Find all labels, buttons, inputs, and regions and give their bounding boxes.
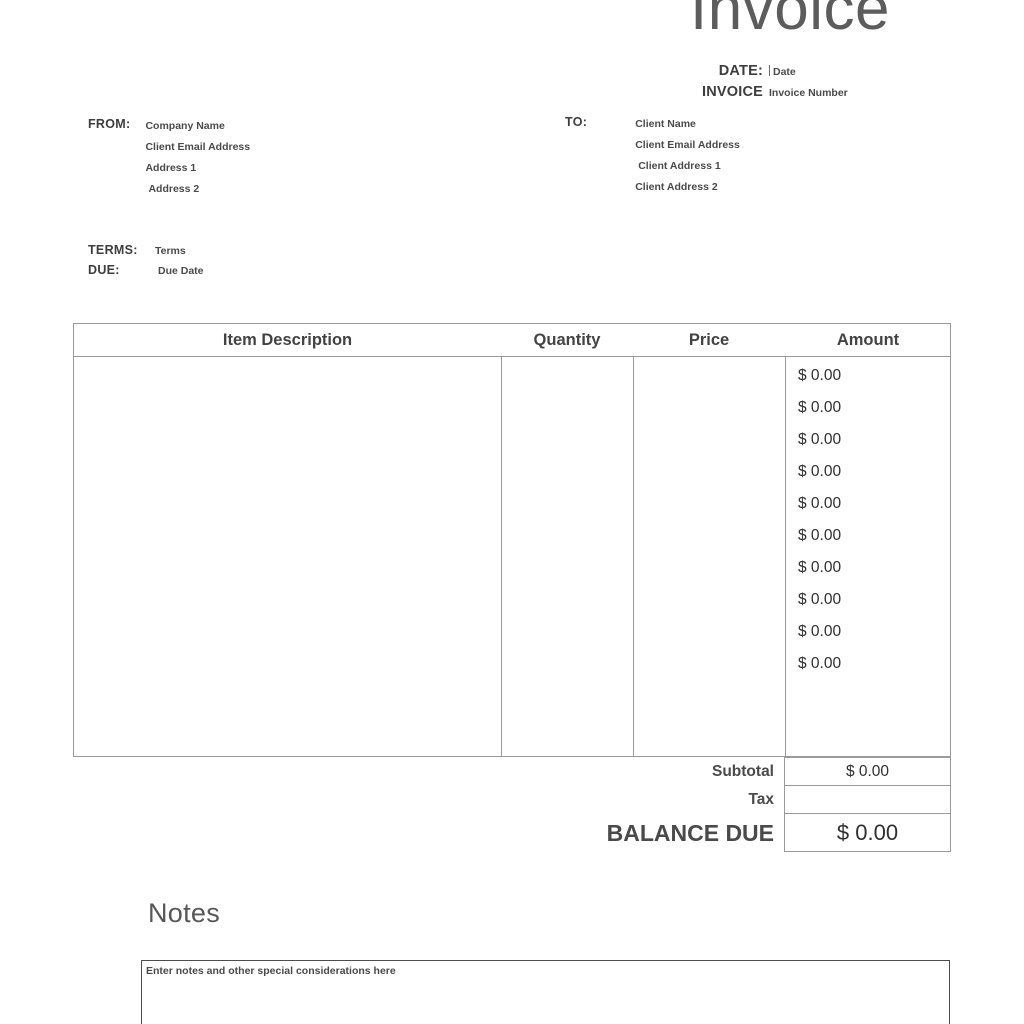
amount-column-cells: $ 0.00 $ 0.00 $ 0.00 $ 0.00 $ 0.00 $ 0.0…	[786, 357, 951, 681]
column-divider-price	[633, 357, 634, 756]
due-row: DUE: Due Date	[88, 263, 204, 283]
tax-label: Tax	[748, 791, 774, 808]
to-label: TO:	[565, 115, 588, 129]
invoice-meta: DATE: Date INVOICE Invoice Number	[620, 63, 950, 105]
terms-label: TERMS:	[88, 243, 138, 257]
balance-due-label: BALANCE DUE	[606, 819, 774, 846]
from-line-address-2[interactable]: Address 2	[145, 179, 250, 200]
invoice-page: Invoice DATE: Date INVOICE Invoice Numbe…	[0, 0, 1024, 1024]
to-line-address-2[interactable]: Client Address 2	[635, 177, 740, 198]
tax-value[interactable]	[784, 786, 951, 814]
table-row-amount[interactable]: $ 0.00	[786, 425, 951, 457]
table-header-row: Item Description Quantity Price Amount	[74, 324, 950, 357]
column-header-amount: Amount	[836, 331, 900, 349]
table-row-amount[interactable]: $ 0.00	[786, 393, 951, 425]
invoice-number-value[interactable]: Invoice Number	[769, 87, 848, 99]
notes-input[interactable]: Enter notes and other special considerat…	[141, 960, 950, 1024]
from-line-email[interactable]: Client Email Address	[145, 137, 250, 158]
date-value-wrapper[interactable]: Date	[769, 65, 796, 78]
column-header-price: Price	[688, 331, 730, 349]
subtotal-label: Subtotal	[712, 762, 774, 780]
invoice-number-label: INVOICE	[701, 84, 763, 100]
page-title: Invoice	[690, 0, 890, 43]
balance-due-value[interactable]: $ 0.00	[784, 814, 951, 852]
line-items-table: Item Description Quantity Price Amount $…	[73, 323, 951, 757]
from-lines: Company Name Client Email Address Addres…	[145, 116, 250, 200]
table-row-amount[interactable]: $ 0.00	[786, 489, 951, 521]
tax-row: Tax	[600, 786, 951, 814]
to-line-email[interactable]: Client Email Address	[635, 135, 740, 156]
terms-row: TERMS: Terms	[88, 243, 204, 263]
table-row-amount[interactable]: $ 0.00	[786, 521, 951, 553]
table-row-amount[interactable]: $ 0.00	[786, 457, 951, 489]
table-row-amount[interactable]: $ 0.00	[786, 361, 951, 393]
terms-value[interactable]: Terms	[155, 245, 186, 257]
table-row-amount[interactable]: $ 0.00	[786, 649, 951, 681]
table-row-amount[interactable]: $ 0.00	[786, 553, 951, 585]
text-cursor-icon	[769, 65, 770, 76]
notes-heading: Notes	[148, 898, 221, 928]
from-block: FROM: Company Name Client Email Address …	[88, 116, 250, 200]
notes-placeholder-text: Enter notes and other special considerat…	[146, 965, 396, 977]
from-line-address-1[interactable]: Address 1	[145, 158, 250, 179]
subtotal-value[interactable]: $ 0.00	[784, 757, 951, 786]
date-value: Date	[773, 66, 796, 78]
table-row-amount[interactable]: $ 0.00	[786, 617, 951, 649]
column-divider-quantity	[501, 357, 502, 756]
column-header-quantity: Quantity	[533, 331, 601, 349]
to-line-address-1[interactable]: Client Address 1	[635, 156, 740, 177]
to-line-client-name[interactable]: Client Name	[635, 114, 740, 135]
from-line-company[interactable]: Company Name	[145, 116, 250, 137]
date-label: DATE:	[718, 63, 763, 79]
terms-block: TERMS: Terms DUE: Due Date	[88, 243, 204, 283]
to-lines: Client Name Client Email Address Client …	[635, 114, 740, 198]
table-body: $ 0.00 $ 0.00 $ 0.00 $ 0.00 $ 0.00 $ 0.0…	[74, 357, 950, 756]
due-value[interactable]: Due Date	[158, 265, 204, 277]
balance-due-row: BALANCE DUE $ 0.00	[600, 814, 951, 852]
subtotal-row: Subtotal $ 0.00	[600, 757, 951, 786]
table-row-amount[interactable]: $ 0.00	[786, 585, 951, 617]
to-block: TO: Client Name Client Email Address Cli…	[565, 114, 740, 198]
meta-row-invoice-number: INVOICE Invoice Number	[620, 84, 950, 105]
column-header-item-description: Item Description	[222, 331, 353, 349]
meta-row-date: DATE: Date	[620, 63, 950, 84]
due-label: DUE:	[88, 263, 120, 277]
totals-block: Subtotal $ 0.00 Tax BALANCE DUE $ 0.00	[600, 757, 951, 852]
from-label: FROM:	[88, 117, 131, 131]
